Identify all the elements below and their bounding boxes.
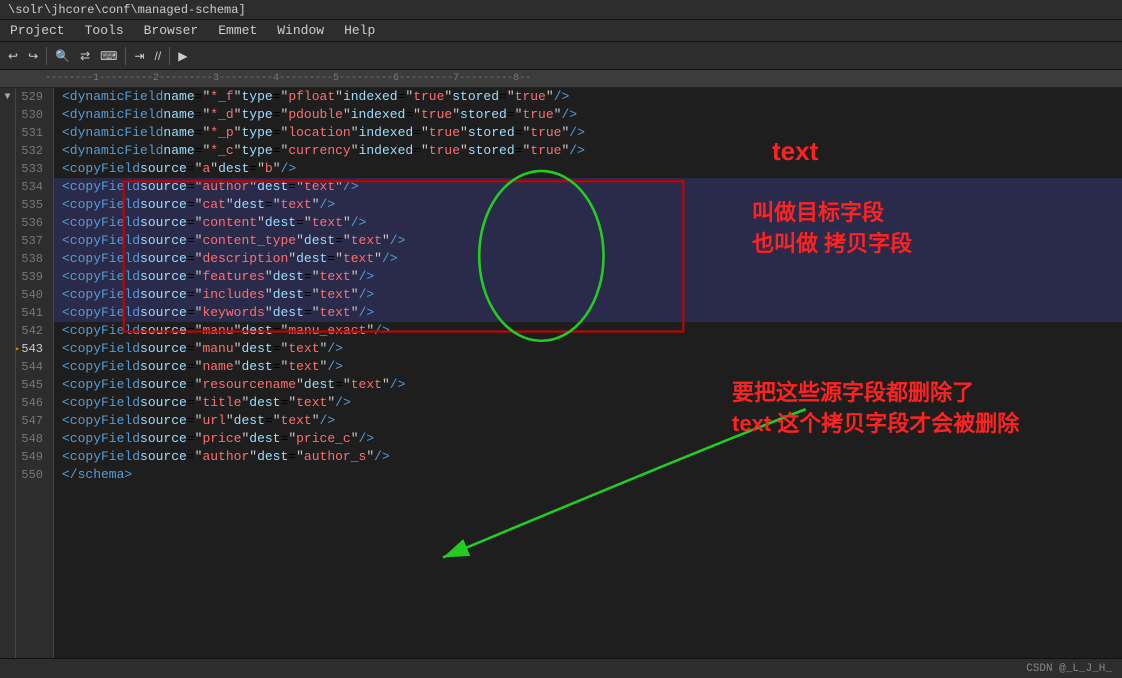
line-number: 542 (16, 322, 47, 340)
code-line[interactable]: <copyField source="description" dest="te… (54, 250, 1122, 268)
line-number: 538 (16, 250, 47, 268)
left-sidebar: ▼ (0, 88, 16, 658)
code-line[interactable]: <copyField source="keywords" dest="text"… (54, 304, 1122, 322)
line-number: 545 (16, 376, 47, 394)
line-number: 532 (16, 142, 47, 160)
line-number: 533 (16, 160, 47, 178)
toolbar-btn-undo[interactable]: ↩ (4, 47, 22, 65)
code-line[interactable]: <copyField source="includes" dest="text"… (54, 286, 1122, 304)
line-number: 540 (16, 286, 47, 304)
status-text: CSDN @_L_J_H_ (1026, 663, 1112, 675)
line-number: 544 (16, 358, 47, 376)
line-number: 549 (16, 448, 47, 466)
code-line[interactable]: <dynamicField name="*_f" type="pfloat" i… (54, 88, 1122, 106)
code-line[interactable]: <dynamicField name="*_d" type="pdouble" … (54, 106, 1122, 124)
line-number: 535 (16, 196, 47, 214)
toolbar-separator-2 (125, 47, 126, 65)
toolbar-btn-run[interactable]: ▶ (174, 47, 191, 65)
status-bar: CSDN @_L_J_H_ (0, 658, 1122, 678)
toolbar: ↩ ↪ 🔍 ⇄ ⌨ ⇥ // ▶ (0, 42, 1122, 70)
code-line[interactable]: <copyField source="title" dest="text"/> (54, 394, 1122, 412)
line-number: 529 (16, 88, 47, 106)
line-number: 546 (16, 394, 47, 412)
toolbar-btn-format[interactable]: ⌨ (96, 47, 121, 65)
line-number: 536 (16, 214, 47, 232)
menu-browser[interactable]: Browser (134, 21, 209, 40)
line-number: 550 (16, 466, 47, 484)
toolbar-separator-1 (46, 47, 47, 65)
collapse-arrow[interactable]: ▼ (4, 92, 10, 103)
menu-tools[interactable]: Tools (75, 21, 134, 40)
ruler: --------1---------2---------3---------4-… (0, 70, 1122, 88)
line-number: 531 (16, 124, 47, 142)
code-line[interactable]: <dynamicField name="*_p" type="location"… (54, 124, 1122, 142)
menu-project[interactable]: Project (0, 21, 75, 40)
line-numbers: 5295305315325335345355365375385395405415… (16, 88, 54, 658)
line-number: 539 (16, 268, 47, 286)
editor-container: ▼ 52953053153253353453553653753853954054… (0, 88, 1122, 658)
menu-help[interactable]: Help (334, 21, 385, 40)
code-line[interactable]: <copyField source="author" dest="author_… (54, 448, 1122, 466)
toolbar-btn-comment[interactable]: // (151, 47, 166, 65)
line-number: 537 (16, 232, 47, 250)
code-line[interactable]: <copyField source="a" dest="b"/> (54, 160, 1122, 178)
menu-emmet[interactable]: Emmet (208, 21, 267, 40)
line-number: 548 (16, 430, 47, 448)
code-line[interactable]: <copyField source="url" dest="text"/> (54, 412, 1122, 430)
line-number: ▶543 (16, 340, 47, 358)
code-line[interactable]: <dynamicField name="*_c" type="currency"… (54, 142, 1122, 160)
toolbar-btn-search[interactable]: 🔍 (51, 47, 74, 65)
code-line[interactable]: <copyField source="manu" dest="text"/> (54, 340, 1122, 358)
code-area[interactable]: <dynamicField name="*_f" type="pfloat" i… (54, 88, 1122, 658)
code-line[interactable]: <copyField source="name" dest="text"/> (54, 358, 1122, 376)
code-line[interactable]: </schema> (54, 466, 1122, 484)
menu-bar: Project Tools Browser Emmet Window Help (0, 20, 1122, 42)
line-number: 530 (16, 106, 47, 124)
code-line[interactable]: <copyField source="content" dest="text"/… (54, 214, 1122, 232)
code-line[interactable]: <copyField source="manu" dest="manu_exac… (54, 322, 1122, 340)
menu-window[interactable]: Window (267, 21, 334, 40)
title-bar: \solr\jhcore\conf\managed-schema] (0, 0, 1122, 20)
code-line[interactable]: <copyField source="content_type" dest="t… (54, 232, 1122, 250)
code-line[interactable]: <copyField source="cat" dest="text"/> (54, 196, 1122, 214)
title-text: \solr\jhcore\conf\managed-schema] (8, 3, 246, 17)
line-number: 547 (16, 412, 47, 430)
toolbar-btn-redo[interactable]: ↪ (24, 47, 42, 65)
code-line[interactable]: <copyField source="resourcename" dest="t… (54, 376, 1122, 394)
toolbar-btn-replace[interactable]: ⇄ (76, 47, 94, 65)
code-line[interactable]: <copyField source="author" dest="text"/> (54, 178, 1122, 196)
toolbar-separator-3 (169, 47, 170, 65)
ruler-text: --------1---------2---------3---------4-… (45, 73, 531, 84)
code-line[interactable]: <copyField source="features" dest="text"… (54, 268, 1122, 286)
line-number: 534 (16, 178, 47, 196)
code-line[interactable]: <copyField source="price" dest="price_c"… (54, 430, 1122, 448)
toolbar-btn-indent[interactable]: ⇥ (130, 47, 148, 65)
line-number: 541 (16, 304, 47, 322)
